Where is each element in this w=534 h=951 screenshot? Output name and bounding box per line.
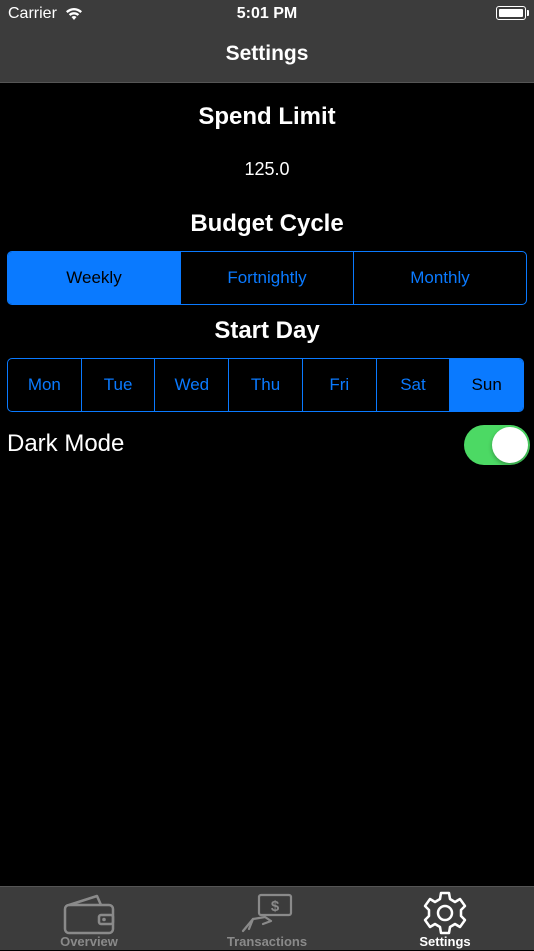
segment-fri[interactable]: Fri	[301, 359, 376, 411]
tab-settings-label: Settings	[419, 934, 471, 949]
segment-sun[interactable]: Sun	[449, 359, 523, 411]
spend-limit-value[interactable]: 125.0	[0, 159, 534, 180]
start-day-heading: Start Day	[214, 317, 320, 344]
segment-tue[interactable]: Tue	[80, 359, 155, 411]
segment-wed[interactable]: Wed	[154, 359, 228, 411]
tab-settings[interactable]: Settings	[356, 887, 534, 951]
tab-transactions[interactable]: $ Transactions	[178, 887, 356, 951]
start-day-segmented-control: Mon Tue Wed Thu Fri Sat Sun	[7, 358, 524, 412]
budget-cycle-heading: Budget Cycle	[190, 210, 344, 237]
page-title: Settings	[225, 42, 309, 65]
toggle-knob	[492, 427, 528, 463]
tab-overview-label: Overview	[60, 934, 118, 949]
segment-mon[interactable]: Mon	[8, 359, 81, 411]
segment-sat[interactable]: Sat	[375, 359, 450, 411]
battery-level	[499, 9, 523, 17]
status-bar: Carrier 5:01 PM	[0, 0, 534, 30]
tab-overview[interactable]: Overview	[0, 887, 178, 951]
tab-bar: Overview $ Transactions Settings	[0, 886, 534, 950]
battery-icon	[496, 6, 529, 20]
segment-fortnightly[interactable]: Fortnightly	[180, 252, 353, 304]
tab-transactions-label: Transactions	[226, 934, 308, 949]
navigation-bar: Settings	[0, 30, 534, 83]
svg-text:$: $	[271, 898, 280, 915]
budget-cycle-segmented-control: Weekly Fortnightly Monthly	[7, 251, 527, 305]
spend-limit-heading: Spend Limit	[198, 103, 336, 130]
segment-weekly[interactable]: Weekly	[8, 252, 180, 304]
gear-icon	[423, 891, 467, 935]
segment-monthly[interactable]: Monthly	[353, 252, 526, 304]
status-time: 5:01 PM	[236, 5, 298, 22]
dark-mode-label: Dark Mode	[7, 430, 125, 457]
money-hand-icon: $	[241, 893, 293, 933]
segment-thu[interactable]: Thu	[228, 359, 302, 411]
wallet-icon	[63, 894, 115, 935]
dark-mode-toggle[interactable]	[464, 425, 530, 465]
